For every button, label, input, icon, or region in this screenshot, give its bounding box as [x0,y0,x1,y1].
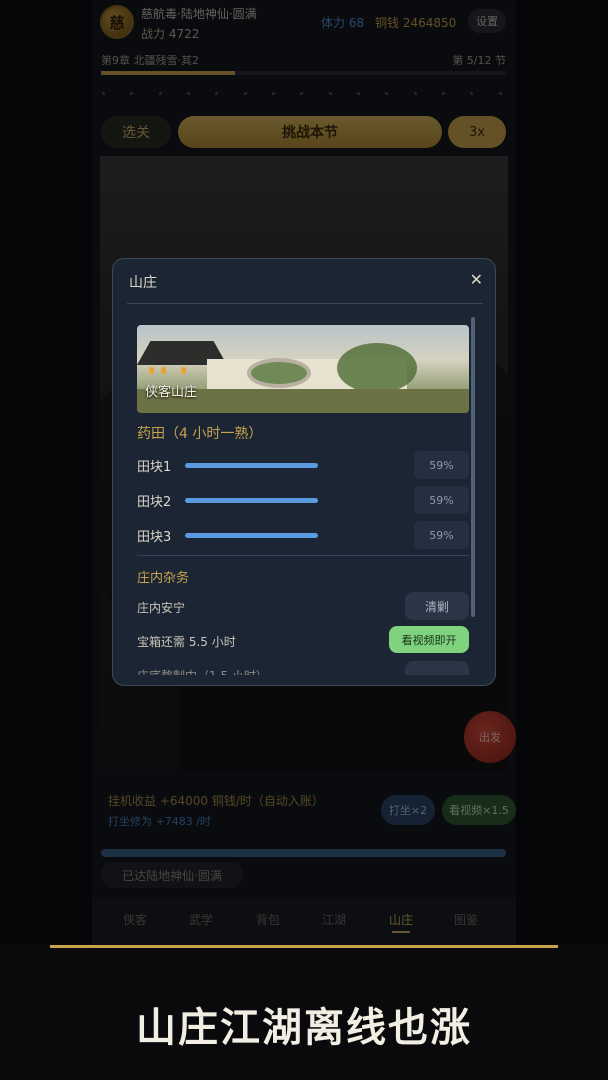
modal-scrollbar[interactable] [471,317,475,617]
plot-progress-bar [185,498,318,503]
promo-footer: 山庄江湖离线也涨 [0,945,608,1080]
plot-percent[interactable]: 59% [414,521,469,549]
manor-peace-status: 庄内安宁 [137,601,186,615]
plot-progress-bar [185,533,318,538]
brewing-status: 庄底熬制中（1.5 小时） [137,667,268,675]
manor-banner-image: 侠客山庄 [137,325,469,413]
chest-timer: 宝箱还需 5.5 小时 [137,635,236,649]
manor-modal: 山庄 ✕ 侠客山庄 药田（4 小时一熟） 田块1 59% 田块2 59% 田块3… [112,258,496,686]
plot-name: 田块2 [137,495,172,510]
manor-chores-title: 庄内杂务 [137,571,190,586]
modal-scroll-area[interactable]: 侠客山庄 药田（4 小时一熟） 田块1 59% 田块2 59% 田块3 59% … [113,305,495,675]
plot-name: 田块3 [137,530,172,545]
brewing-button[interactable] [405,661,469,675]
plot-name: 田块1 [137,460,172,475]
plot-percent[interactable]: 59% [414,451,469,479]
plot-progress-bar [185,463,318,468]
divider [127,303,483,304]
watch-video-open-button[interactable]: 看视频即开 [389,626,469,653]
clear-bandits-button[interactable]: 清剿 [405,592,469,620]
plot-percent[interactable]: 59% [414,486,469,514]
modal-title: 山庄 [129,275,157,291]
divider [137,555,469,556]
promo-caption: 山庄江湖离线也涨 [136,1005,472,1051]
herb-field-title: 药田（4 小时一熟） [137,426,263,442]
banner-label: 侠客山庄 [145,385,198,400]
close-icon[interactable]: ✕ [470,270,483,289]
gold-divider [50,945,558,948]
